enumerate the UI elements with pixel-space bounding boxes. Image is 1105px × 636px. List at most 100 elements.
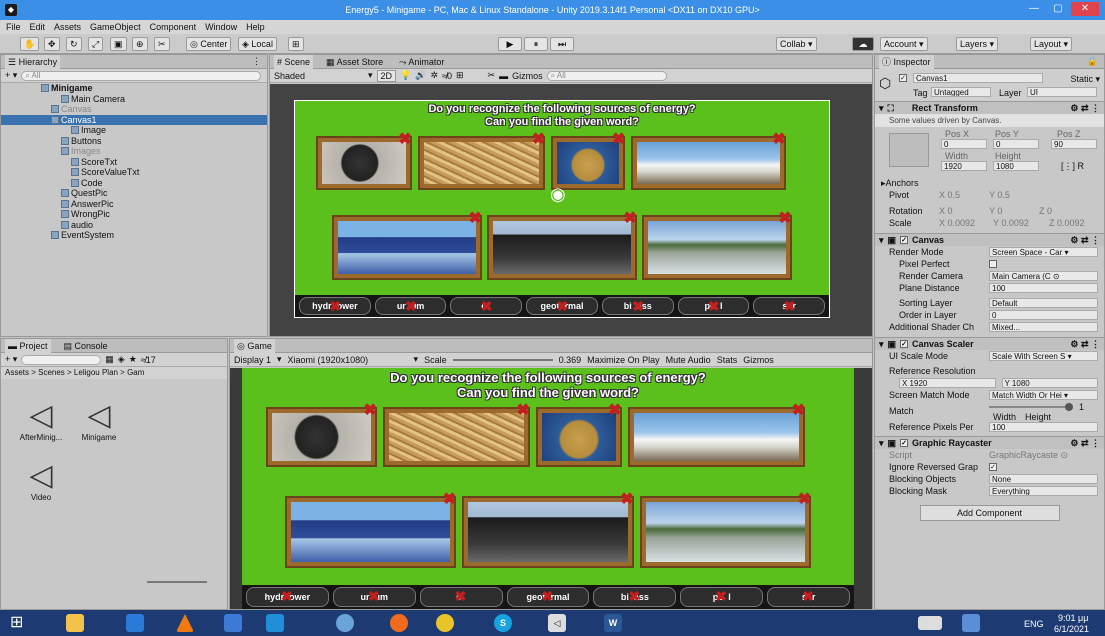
render-camera-field[interactable]: Main Camera (C ⊙ [989, 271, 1098, 281]
menu-window[interactable]: Window [205, 22, 237, 32]
rotation-z-field[interactable]: Z 0 [1039, 206, 1052, 216]
camera-icon[interactable]: ▬ [499, 71, 508, 81]
word-button[interactable]: s r ✖ [753, 297, 826, 315]
hierarchy-item[interactable]: Main Camera [1, 94, 267, 105]
grid-icon[interactable]: ⊞ [456, 70, 464, 81]
mute-audio-toggle[interactable]: Mute Audio [666, 355, 711, 365]
canvas-scaler-enabled-checkbox[interactable]: ✓ [900, 340, 909, 348]
minimize-button[interactable]: — [1023, 2, 1045, 16]
collab-button[interactable]: Collab ▾ [776, 37, 817, 51]
play-button[interactable]: ▶ [498, 37, 522, 51]
anchor-preset-button[interactable] [889, 133, 929, 167]
hierarchy-item[interactable]: Canvas1 [1, 114, 267, 125]
layers-dropdown[interactable]: Layers ▾ [956, 37, 999, 51]
menu-component[interactable]: Component [150, 22, 197, 32]
anchors-foldout[interactable]: ▸ Anchors [875, 177, 1104, 189]
hierarchy-item[interactable]: Images [1, 146, 267, 157]
scale-y-field[interactable]: Y 0.0092 [993, 218, 1049, 228]
component-settings-icon[interactable]: ⚙ ⇄ ⋮ [1070, 103, 1100, 114]
hierarchy-item[interactable]: EventSystem [1, 230, 267, 241]
stats-toggle[interactable]: Stats [717, 355, 738, 365]
pivot-center-button[interactable]: ◎ Center [186, 37, 232, 51]
answer-picture-frame[interactable]: ✖ [284, 491, 457, 569]
asset-store-tab[interactable]: ▦ Asset Store [323, 55, 386, 69]
answer-picture-frame[interactable]: ✖ [266, 402, 377, 467]
hierarchy-item[interactable]: ScoreTxt [1, 157, 267, 168]
render-mode-dropdown[interactable]: Screen Space - Car ▾ [989, 247, 1098, 257]
blocking-mask-dropdown[interactable]: Everything [989, 486, 1098, 496]
transform-tool-icon[interactable]: ⊕ [132, 37, 148, 51]
posx-field[interactable]: 0 [941, 139, 987, 149]
hierarchy-item[interactable]: Code [1, 178, 267, 189]
media-player-icon[interactable] [266, 614, 284, 632]
answer-picture-frame[interactable]: ✖ [639, 491, 812, 569]
hierarchy-tab[interactable]: ☰ Hierarchy [5, 54, 61, 69]
asset-item[interactable]: ◁ AfterMinig... [11, 399, 71, 442]
clock-time[interactable]: 9:01 μμ [1058, 613, 1088, 623]
display-dropdown[interactable]: Display 1 [234, 355, 271, 365]
answer-picture-frame[interactable]: ✖ [417, 131, 546, 190]
icon-size-slider[interactable] [147, 581, 207, 583]
menu-file[interactable]: File [6, 22, 21, 32]
pivot-local-button[interactable]: ◈ Local [238, 37, 277, 51]
width-field[interactable]: 1920 [941, 161, 987, 171]
menu-assets[interactable]: Assets [54, 22, 81, 32]
shading-dropdown[interactable]: Shaded [274, 71, 364, 81]
script-field[interactable]: GraphicRaycaste ⊙ [989, 450, 1068, 461]
close-button[interactable]: ✕ [1071, 2, 1099, 16]
maximize-on-play-toggle[interactable]: Maximize On Play [587, 355, 660, 365]
hierarchy-item[interactable]: Image [1, 125, 267, 136]
match-slider[interactable] [989, 406, 1071, 408]
hierarchy-item[interactable]: QuestPic [1, 188, 267, 199]
canvas-header[interactable]: ▾ ▣ ✓ Canvas ⚙ ⇄ ⋮ [875, 233, 1104, 246]
posz-field[interactable]: 90 [1051, 139, 1097, 149]
game-viewport[interactable]: Do you recognize the following sources o… [230, 368, 872, 609]
move-tool-icon[interactable]: ✥ [44, 37, 60, 51]
word-button[interactable]: bi ass ✖ [593, 586, 677, 607]
rect-tool-icon[interactable]: ▣ [110, 37, 127, 51]
answer-picture-frame[interactable]: ✖ [332, 211, 482, 281]
vlc-icon[interactable] [176, 614, 194, 632]
label-icon[interactable]: ◈ [118, 354, 125, 365]
pixel-perfect-checkbox[interactable] [989, 260, 997, 268]
effects-icon[interactable]: ✲ [430, 70, 438, 81]
scale-z-field[interactable]: Z 0.0092 [1049, 218, 1085, 228]
scale-slider[interactable] [452, 358, 553, 361]
word-button[interactable]: pe l ✖ [680, 586, 764, 607]
menu-edit[interactable]: Edit [30, 22, 46, 32]
pause-button[interactable]: ⏸ [524, 37, 548, 51]
hierarchy-item[interactable]: Buttons [1, 136, 267, 147]
hierarchy-item[interactable]: Minigame [1, 83, 267, 94]
answer-picture-frame[interactable]: ✖ [535, 402, 622, 467]
word-button[interactable]: c ✖ [450, 297, 523, 315]
cloud-icon[interactable]: ☁ [852, 37, 874, 51]
add-component-button[interactable]: Add Component [919, 505, 1060, 521]
word-button[interactable]: ur um ✖ [374, 297, 447, 315]
answer-picture-frame[interactable]: ✖ [551, 131, 626, 190]
word-button[interactable]: geot rmal ✖ [506, 586, 590, 607]
filter-icon[interactable]: ▦ [105, 354, 114, 365]
tools-icon[interactable]: ✂ [488, 70, 496, 81]
unity-taskbar-icon[interactable]: ◁ [548, 614, 566, 632]
lighting-icon[interactable]: 💡 [400, 70, 411, 81]
game-tab[interactable]: ◎ Game [234, 338, 275, 353]
hierarchy-item[interactable]: AnswerPic [1, 199, 267, 210]
grid-snap-button[interactable]: ⊞ [288, 37, 304, 51]
menu-gameobject[interactable]: GameObject [90, 22, 141, 32]
word-button[interactable]: geot rmal ✖ [526, 297, 598, 315]
custom-tool-icon[interactable]: ✂ [154, 37, 170, 51]
tag-dropdown[interactable]: Untagged [931, 87, 991, 97]
match-slider-handle[interactable] [1065, 403, 1073, 411]
scale-x-field[interactable]: X 0.0092 [939, 218, 993, 228]
rotation-x-field[interactable]: X 0 [939, 206, 989, 216]
rotation-y-field[interactable]: Y 0 [989, 206, 1039, 216]
scene-viewport[interactable]: Do you recognize the following sources o… [270, 84, 872, 336]
resolution-dropdown[interactable]: Xiaomi (1920x1080) [288, 355, 408, 365]
word-button[interactable]: hydr ower ✖ [299, 297, 371, 315]
raycaster-settings-icon[interactable]: ⚙ ⇄ ⋮ [1070, 438, 1100, 449]
answer-picture-frame[interactable]: ✖ [642, 211, 792, 281]
create-button[interactable]: + ▾ [5, 70, 17, 81]
shader-channels-dropdown[interactable]: Mixed... [989, 322, 1098, 332]
account-dropdown[interactable]: Account ▾ [880, 37, 928, 51]
static-dropdown[interactable]: Static ▾ [1070, 74, 1100, 85]
